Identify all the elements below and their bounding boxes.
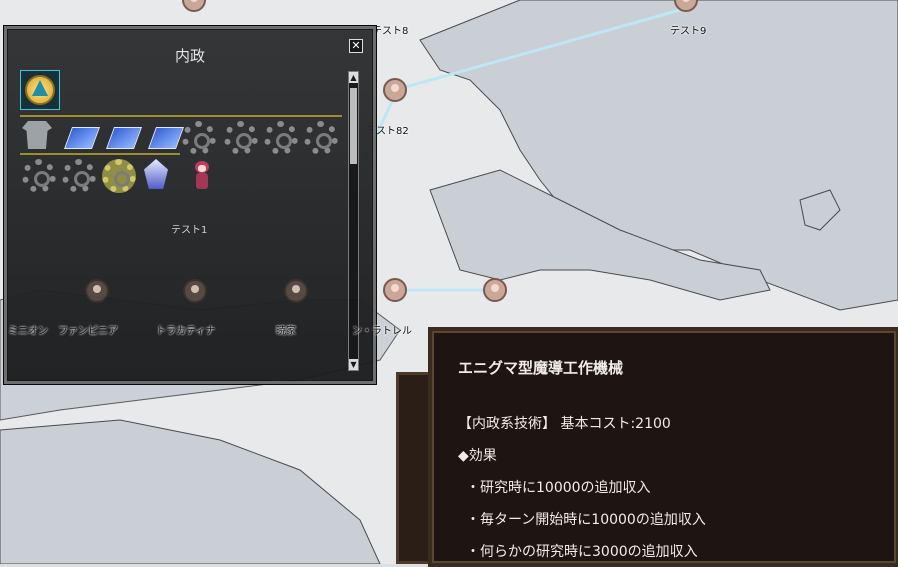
map-node-label: 暁家 [276,326,296,337]
character-face [198,165,206,172]
tooltip-category: 【内政系技術】 基本コスト:2100 [458,416,671,432]
map-node-5[interactable] [483,278,507,302]
close-icon[interactable]: ✕ [349,39,363,53]
character-sprite[interactable] [191,161,213,189]
gear-icon-highlighted[interactable] [102,159,136,193]
map-node-4[interactable] [383,278,407,302]
map-node-faded [85,279,109,303]
scroll-down-icon[interactable]: ▼ [349,359,358,370]
gear-icon[interactable] [304,121,338,155]
map-node-label: テスト8 [372,26,409,37]
blue-book-icon[interactable] [105,127,143,149]
tooltip-effect-line: ・何らかの研究時に3000の追加収入 [466,544,698,560]
map-node-label: ファンピニア [58,326,118,337]
character-body [196,173,208,189]
map-node-test82[interactable] [383,78,407,102]
scroll-up-icon[interactable]: ▲ [349,72,358,83]
gear-icon[interactable] [264,121,298,155]
map-node-label: ミニオン [8,326,48,337]
gear-icon[interactable] [62,159,96,193]
tooltip-effect-header: ◆効果 [458,448,497,464]
triangle-icon [32,80,48,96]
scrollbar-thumb[interactable] [350,88,357,164]
tooltip-effect-line: ・研究時に10000の追加収入 [466,480,651,496]
selected-tech-slot[interactable] [20,70,60,110]
map-node-label: ン・ラトレル [352,326,412,337]
gear-icon[interactable] [22,159,56,193]
tech-row-1 [20,115,342,155]
tech-row-2 [20,153,180,193]
map-node-label: テスト9 [670,26,707,37]
crystal-icon[interactable] [144,159,168,189]
map-node-faded [183,279,207,303]
blue-book-icon[interactable] [147,127,185,149]
panel-title: 内政 [174,47,205,65]
gear-icon[interactable] [224,121,258,155]
tooltip-effect-line: ・毎ターン開始時に10000の追加収入 [466,512,706,528]
map-node-label: トラカティナ [156,326,216,337]
tech-tooltip: エニグマ型魔導工作機械 【内政系技術】 基本コスト:2100 ◆効果 ・研究時に… [428,327,898,567]
gear-icon[interactable] [182,121,216,155]
map-node-label: テスト1 [171,225,208,236]
tooltip-title: エニグマ型魔導工作機械 [458,359,624,377]
shirt-icon[interactable] [22,121,52,149]
map-node-faded [284,279,308,303]
blue-book-icon[interactable] [63,127,101,149]
